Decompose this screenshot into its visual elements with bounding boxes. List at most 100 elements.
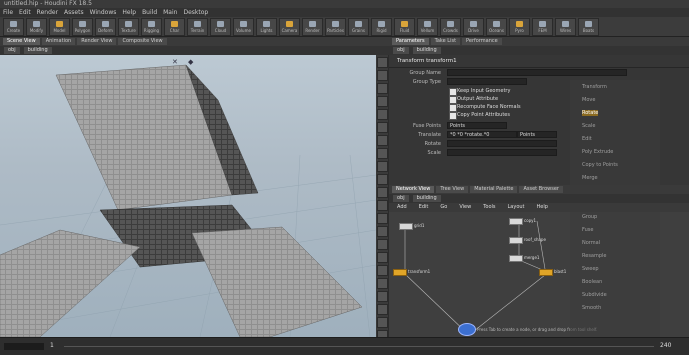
shelf-tool-polygon[interactable]: Polygon (72, 17, 93, 36)
group-type-select[interactable] (447, 78, 527, 85)
network-menu-go[interactable]: Go (436, 204, 451, 211)
network-menu-tools[interactable]: Tools (479, 204, 499, 211)
viewport-tool-icon[interactable] (376, 187, 388, 198)
viewport-tool-icon[interactable] (376, 135, 388, 146)
tab-performance[interactable]: Performance (462, 38, 502, 45)
network-menu-view[interactable]: View (455, 204, 475, 211)
tab-asset-browser[interactable]: Asset Browser (519, 186, 563, 193)
viewport-tool-icon[interactable] (376, 252, 388, 263)
translate-field[interactable]: *0 *0 *rotate.*0 (447, 131, 517, 138)
shelf-tool-oceans[interactable]: Oceans (486, 17, 507, 36)
shelf-tool-create[interactable]: Create (3, 17, 24, 36)
viewport-tool-icon[interactable] (376, 213, 388, 224)
node-copy1[interactable] (509, 218, 523, 225)
viewport-tool-icon[interactable] (376, 317, 388, 328)
menu-file[interactable]: File (3, 8, 13, 17)
end-frame[interactable]: 240 (660, 342, 671, 349)
path-building[interactable]: building (23, 47, 52, 54)
viewport-tool-icon[interactable] (376, 200, 388, 211)
menu-build[interactable]: Build (142, 8, 157, 17)
shelf-tool-pyro[interactable]: Pyro (509, 17, 530, 36)
tab-menu-item[interactable]: Copy to Points (582, 162, 618, 168)
node-transform1[interactable] (393, 269, 407, 276)
shelf-tool-modify[interactable]: Modify (26, 17, 47, 36)
node-output[interactable] (458, 323, 476, 336)
copy-point-attr-checkbox[interactable] (449, 112, 457, 120)
timeline[interactable]: 1 240 (0, 337, 689, 355)
output-attr-checkbox[interactable] (449, 96, 457, 104)
translate-mode-field[interactable]: Points (517, 131, 557, 138)
tab-menu-item[interactable]: Merge (582, 175, 598, 181)
network-path-building[interactable]: building (412, 195, 441, 202)
tab-menu-item[interactable]: Move (582, 97, 595, 103)
shelf-tool-wires[interactable]: Wires (555, 17, 576, 36)
viewport-tool-icon[interactable] (376, 239, 388, 250)
scale-field[interactable] (447, 149, 557, 156)
shelf-tool-fluid[interactable]: Fluid (394, 17, 415, 36)
network-menu-add[interactable]: Add (393, 204, 411, 211)
node-merge1[interactable] (509, 255, 523, 262)
menu-windows[interactable]: Windows (90, 8, 117, 17)
shelf-tool-particles[interactable]: Particles (325, 17, 346, 36)
tab-parameters[interactable]: Parameters (392, 38, 429, 45)
tab-menu-item[interactable]: Poly Extrude (582, 149, 613, 155)
tab-menu-item[interactable]: Boolean (582, 279, 602, 285)
network-menu-help[interactable]: Help (533, 204, 552, 211)
tab-menu-item[interactable]: Normal (582, 240, 600, 246)
viewport-tool-icon[interactable] (376, 122, 388, 133)
group-name-field[interactable] (447, 69, 627, 76)
menu-main[interactable]: Main (163, 8, 177, 17)
scene-viewport[interactable]: ✕ ◆ (0, 55, 376, 337)
shelf-tool-terrain[interactable]: Terrain (187, 17, 208, 36)
network-path-obj[interactable]: obj (393, 195, 409, 202)
node-grid1[interactable] (399, 223, 413, 230)
tab-menu-item[interactable]: Transform (582, 84, 607, 90)
shelf-tool-crowds[interactable]: Crowds (440, 17, 461, 36)
tab-scene-view[interactable]: Scene View (3, 38, 40, 45)
tab-take-list[interactable]: Take List (430, 38, 461, 45)
tab-menu-item[interactable]: Scale (582, 123, 595, 129)
tab-menu-item[interactable]: Fuse (582, 227, 593, 233)
shelf-tool-cloud[interactable]: Cloud (210, 17, 231, 36)
rotate-field[interactable] (447, 140, 557, 147)
camera-icon[interactable]: ◆ (188, 58, 193, 66)
shelf-tool-texture[interactable]: Texture (118, 17, 139, 36)
path-obj[interactable]: obj (4, 47, 20, 54)
shelf-tool-lights[interactable]: Lights (256, 17, 277, 36)
tab-menu-item[interactable]: Edit (582, 136, 592, 142)
viewport-tool-icon[interactable] (376, 304, 388, 315)
shelf-tool-render[interactable]: Render (302, 17, 323, 36)
menu-edit[interactable]: Edit (19, 8, 31, 17)
tab-menu-item[interactable]: Sweep (582, 266, 599, 272)
tab-composite-view[interactable]: Composite View (118, 38, 167, 45)
viewport-tool-icon[interactable] (376, 278, 388, 289)
viewport-tool-icon[interactable] (376, 291, 388, 302)
viewport-tool-icon[interactable] (376, 83, 388, 94)
shelf-tool-char[interactable]: Char (164, 17, 185, 36)
shelf-tool-boats[interactable]: Boats (578, 17, 599, 36)
tab-animation[interactable]: Animation (41, 38, 76, 45)
tab-render-view[interactable]: Render View (77, 38, 117, 45)
viewport-tool-icon[interactable] (376, 148, 388, 159)
tab-menu-item[interactable]: Subdivide (582, 292, 607, 298)
current-frame[interactable]: 1 (50, 342, 54, 349)
shelf-tool-rigging[interactable]: Rigging (141, 17, 162, 36)
shelf-tool-model[interactable]: Model (49, 17, 70, 36)
tab-network-view[interactable]: Network View (392, 186, 435, 193)
shelf-tool-deform[interactable]: Deform (95, 17, 116, 36)
tab-material-palette[interactable]: Material Palette (470, 186, 518, 193)
tab-menu-item[interactable]: Group (582, 214, 597, 220)
node-roof-shape[interactable] (509, 237, 523, 244)
params-path-building[interactable]: building (412, 47, 441, 54)
viewport-tool-icon[interactable] (376, 70, 388, 81)
fuse-points-field[interactable]: Points (447, 122, 507, 129)
playback-controls[interactable] (4, 343, 44, 350)
tab-menu-item[interactable]: Resample (582, 253, 607, 259)
shelf-tool-camera[interactable]: Camera (279, 17, 300, 36)
menu-help[interactable]: Help (122, 8, 136, 17)
shelf-tool-drive[interactable]: Drive (463, 17, 484, 36)
tab-tree-view[interactable]: Tree View (436, 186, 469, 193)
shelf-tool-vellum[interactable]: Vellum (417, 17, 438, 36)
shelf-tool-volume[interactable]: Volume (233, 17, 254, 36)
recompute-normals-checkbox[interactable] (449, 104, 457, 112)
